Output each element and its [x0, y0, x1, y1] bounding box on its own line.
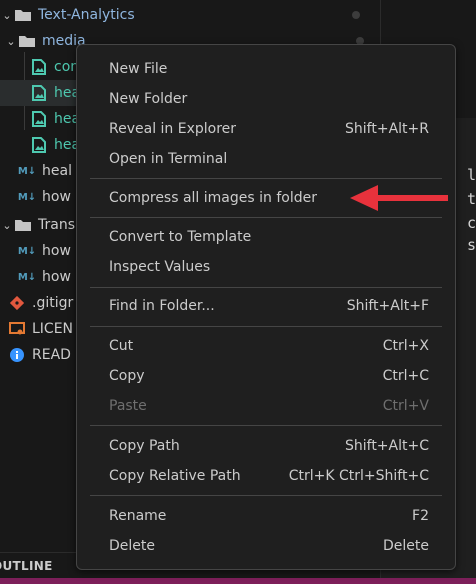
status-dot	[352, 11, 360, 19]
menu-item-label: Inspect Values	[109, 259, 211, 275]
image-file-icon	[30, 136, 48, 154]
menu-item-label: Delete	[109, 538, 155, 554]
image-file-icon	[30, 58, 48, 76]
menu-item-find-in-folder[interactable]: Find in Folder... Shift+Alt+F	[83, 293, 449, 319]
status-bar	[0, 578, 476, 584]
git-icon	[8, 294, 26, 312]
menu-item-shortcut: Delete	[383, 538, 429, 554]
menu-item-shortcut: Shift+Alt+C	[344, 438, 429, 454]
menu-item-copy-relative-path[interactable]: Copy Relative Path Ctrl+K Ctrl+Shift+C	[83, 463, 449, 489]
code-line: c	[467, 214, 476, 232]
menu-item-label: Convert to Template	[109, 229, 252, 245]
menu-item-paste: Paste Ctrl+V	[83, 393, 449, 419]
folder-open-icon	[18, 32, 36, 50]
image-file-icon	[30, 110, 48, 128]
menu-item-cut[interactable]: Cut Ctrl+X	[83, 333, 449, 359]
outline-label: OUTLINE	[0, 559, 53, 573]
menu-item-label: Copy Path	[109, 438, 180, 454]
menu-item-label: New File	[109, 61, 168, 77]
chevron-down-icon: ⌄	[2, 8, 12, 22]
markdown-icon: M↓	[17, 271, 37, 283]
menu-item-reveal-in-explorer[interactable]: Reveal in Explorer Shift+Alt+R	[83, 116, 449, 142]
tree-item-label: how	[42, 189, 71, 205]
folder-open-icon	[14, 6, 32, 24]
menu-item-label: Rename	[109, 508, 167, 524]
tree-item-label: READ	[32, 347, 71, 363]
code-line: l	[467, 166, 476, 184]
menu-item-open-in-terminal[interactable]: Open in Terminal	[83, 146, 449, 172]
menu-item-new-folder[interactable]: New Folder	[83, 86, 449, 112]
menu-separator	[90, 326, 442, 327]
menu-item-shortcut: Ctrl+K Ctrl+Shift+C	[288, 468, 429, 484]
markdown-icon: M↓	[17, 245, 37, 257]
menu-item-label: Copy Relative Path	[109, 468, 241, 484]
chevron-down-icon: ⌄	[6, 34, 16, 48]
tree-item-label: Text-Analytics	[38, 7, 135, 23]
tree-item-text-analytics[interactable]: ⌄ Text-Analytics	[0, 2, 380, 28]
folder-open-icon	[14, 216, 32, 234]
code-line: s	[467, 236, 476, 254]
tree-item-label: .gitigr	[32, 295, 74, 311]
image-file-icon	[30, 84, 48, 102]
tree-item-label: how	[42, 243, 71, 259]
menu-separator	[90, 217, 442, 218]
tree-item-label: Transl	[38, 217, 79, 233]
menu-item-label: Reveal in Explorer	[109, 121, 237, 137]
menu-item-label: Copy	[109, 368, 145, 384]
markdown-icon: M↓	[17, 191, 37, 203]
menu-item-label: Cut	[109, 338, 134, 354]
chevron-down-icon: ⌄	[2, 218, 12, 232]
menu-separator	[90, 425, 442, 426]
tree-item-label: LICEN	[32, 321, 74, 337]
menu-item-label: Compress all images in folder	[109, 190, 317, 206]
menu-item-inspect-values[interactable]: Inspect Values	[83, 254, 449, 280]
menu-item-copy[interactable]: Copy Ctrl+C	[83, 363, 449, 389]
tree-item-label: how	[42, 269, 71, 285]
tree-item-label: heal	[42, 163, 72, 179]
menu-separator	[90, 495, 442, 496]
menu-item-label: Paste	[109, 398, 147, 414]
code-line: t	[467, 190, 476, 208]
menu-item-shortcut: F2	[412, 508, 429, 524]
info-icon	[8, 346, 26, 364]
menu-separator	[90, 287, 442, 288]
menu-item-delete[interactable]: Delete Delete	[83, 533, 449, 559]
context-menu: New File New Folder Reveal in Explorer S…	[76, 44, 456, 570]
menu-item-copy-path[interactable]: Copy Path Shift+Alt+C	[83, 433, 449, 459]
license-icon	[8, 320, 26, 338]
vscode-window: ⌄ Text-Analytics ⌄ media com hea hea hea…	[0, 0, 476, 584]
menu-item-label: Find in Folder...	[109, 298, 215, 314]
menu-item-shortcut: Shift+Alt+F	[346, 298, 429, 314]
menu-item-shortcut: Ctrl+V	[382, 398, 429, 414]
menu-item-shortcut: Shift+Alt+R	[345, 121, 429, 137]
menu-item-convert-to-template[interactable]: Convert to Template	[83, 224, 449, 250]
menu-item-rename[interactable]: Rename F2	[83, 503, 449, 529]
markdown-icon: M↓	[17, 165, 37, 177]
menu-item-label: New Folder	[109, 91, 188, 107]
menu-item-shortcut: Ctrl+C	[382, 368, 429, 384]
menu-item-shortcut: Ctrl+X	[382, 338, 429, 354]
annotation-arrow-icon	[350, 185, 448, 211]
menu-item-label: Open in Terminal	[109, 151, 228, 167]
menu-item-new-file[interactable]: New File	[83, 56, 449, 82]
menu-separator	[90, 178, 442, 179]
